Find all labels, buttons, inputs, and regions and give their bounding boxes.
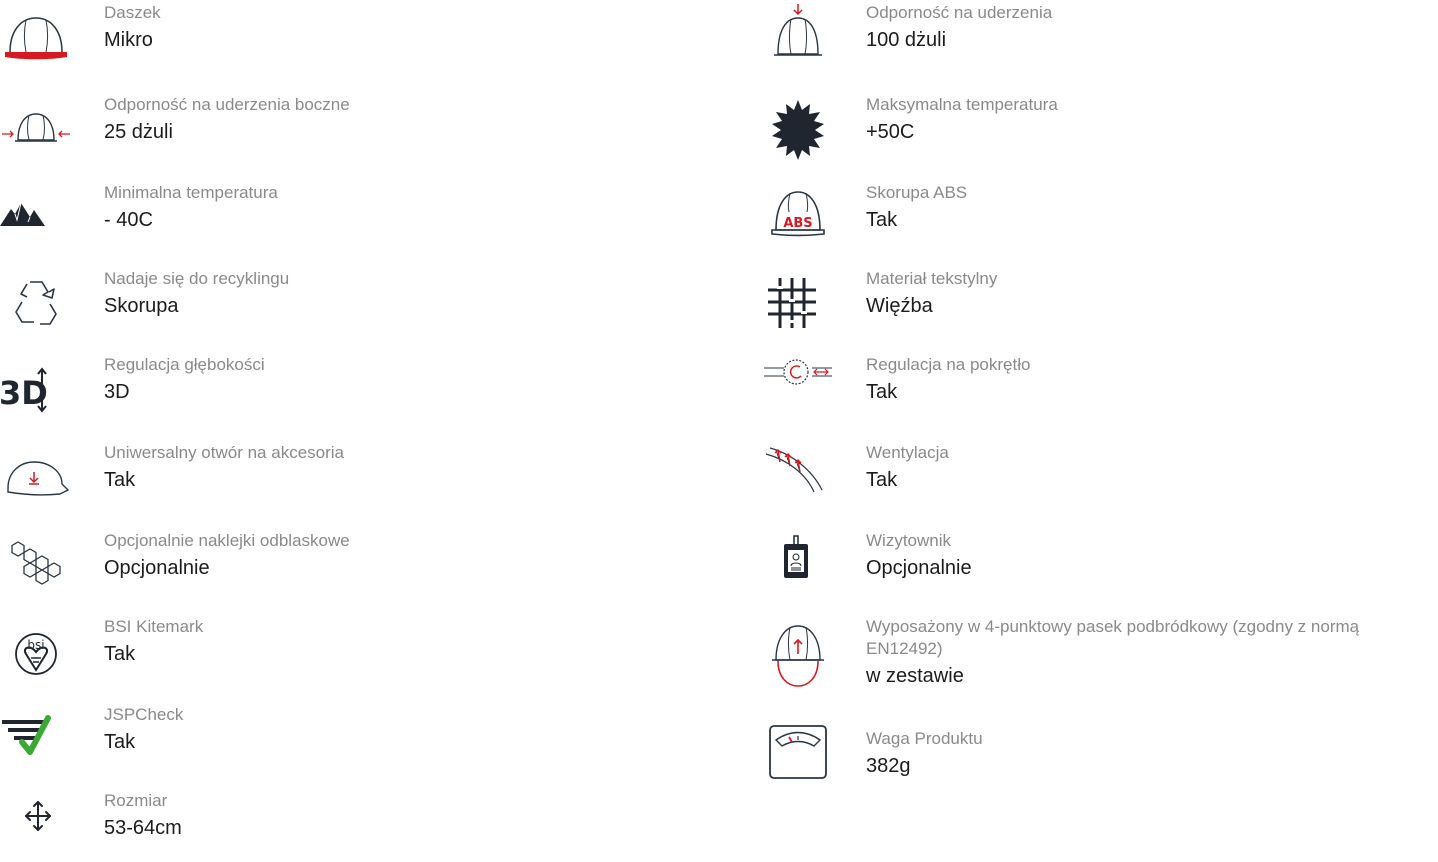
helmet-side-impact-icon — [0, 94, 72, 166]
feature-value: Więźba — [866, 295, 933, 317]
bsi-kitemark-icon: bsi — [0, 616, 72, 688]
feature-label: Minimalna temperatura — [104, 183, 278, 202]
feature-value: - 40C — [104, 209, 153, 231]
helmet-top-impact-icon — [762, 2, 834, 74]
sun-icon — [762, 94, 834, 166]
move-arrows-icon — [0, 790, 72, 862]
3d-depth-icon: 3D — [0, 354, 72, 426]
feature-value: +50C — [866, 121, 915, 143]
feature-label: BSI Kitemark — [104, 617, 204, 636]
feature-value: w zestawie — [866, 665, 964, 687]
feature-label: Rozmiar — [104, 791, 168, 810]
feature-label: Regulacja na pokrętło — [866, 355, 1031, 374]
helmet-red-brim-icon — [0, 2, 72, 74]
feature-label: Daszek — [104, 3, 161, 22]
hexagons-icon — [0, 530, 72, 602]
textile-weave-icon — [762, 268, 834, 340]
feature-value: Tak — [866, 381, 898, 403]
dial-ratchet-icon — [762, 354, 834, 426]
svg-text:ABS: ABS — [783, 216, 812, 231]
helmet-abs-icon: ABS — [762, 182, 834, 254]
feature-value: Mikro — [104, 29, 153, 51]
feature-label: Odporność na uderzenia boczne — [104, 95, 350, 114]
feature-label: Uniwersalny otwór na akcesoria — [104, 443, 344, 462]
chin-strap-helmet-icon — [762, 620, 834, 692]
feature-value: Tak — [104, 643, 136, 665]
recycle-icon — [0, 268, 72, 340]
feature-value: Skorupa — [104, 295, 179, 317]
feature-label: Maksymalna temperatura — [866, 95, 1058, 114]
id-card-holder-icon — [762, 530, 834, 602]
svg-text:bsi: bsi — [27, 638, 44, 652]
feature-label: Odporność na uderzenia — [866, 3, 1053, 22]
feature-label: Opcjonalnie naklejki odblaskowe — [104, 531, 350, 550]
feature-label: Materiał tekstylny — [866, 269, 998, 288]
feature-label: Nadaje się do recyklingu — [104, 269, 290, 288]
feature-label: Wizytownik — [866, 531, 952, 550]
feature-label: JSPCheck — [104, 705, 184, 724]
feature-label: Regulacja głębokości — [104, 355, 265, 374]
weight-scale-icon — [762, 724, 834, 796]
feature-label: Waga Produktu — [866, 729, 983, 748]
feature-value: 382g — [866, 755, 911, 777]
feature-value: 100 dżuli — [866, 29, 947, 51]
feature-label: Skorupa ABS — [866, 183, 968, 202]
feature-value: Tak — [104, 469, 136, 491]
feature-value: Tak — [866, 209, 898, 231]
feature-value: Tak — [104, 731, 136, 753]
ventilation-icon — [762, 442, 834, 514]
feature-value: Opcjonalnie — [866, 557, 972, 579]
feature-value: 53-64cm — [104, 817, 182, 839]
feature-label: Wyposażony w 4-punktowy pasek podbródkow… — [866, 617, 1360, 658]
feature-value: 25 dżuli — [104, 121, 173, 143]
feature-value: 3D — [104, 381, 130, 403]
mountains-icon — [0, 182, 72, 254]
jspcheck-icon — [0, 704, 72, 776]
helmet-accessory-slot-icon — [0, 442, 72, 514]
feature-label: Wentylacja — [866, 443, 949, 462]
feature-value: Opcjonalnie — [104, 557, 210, 579]
svg-text:3D: 3D — [0, 374, 48, 412]
feature-value: Tak — [866, 469, 898, 491]
